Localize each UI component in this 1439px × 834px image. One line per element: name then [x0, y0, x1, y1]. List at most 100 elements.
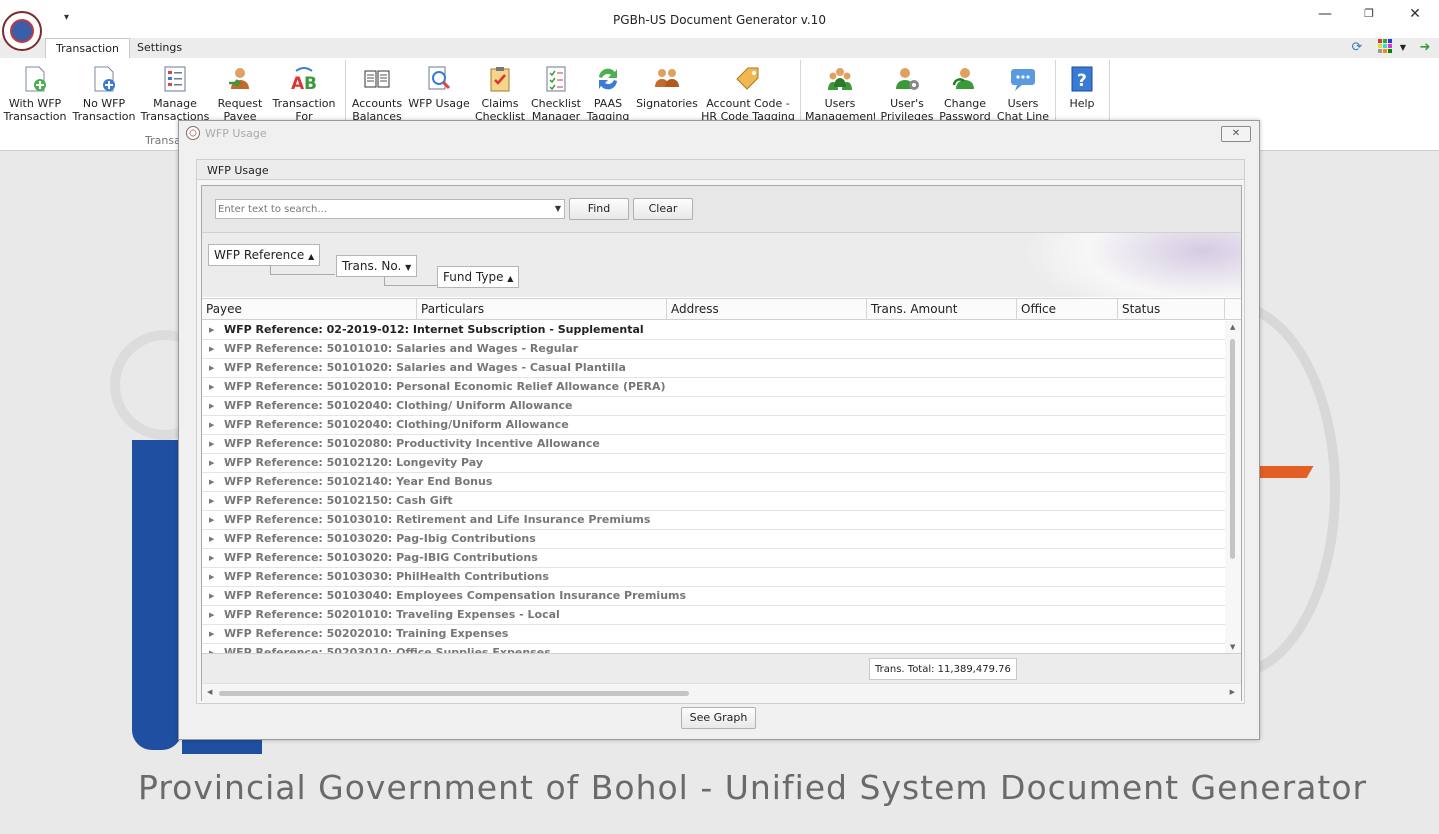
group-row[interactable]: ▶ WFP Reference: 50102010: Personal Econo… — [202, 378, 1225, 397]
help-button[interactable]: ? Help — [1059, 62, 1105, 120]
users-privileges-button[interactable]: User's Privileges — [879, 62, 935, 120]
expand-icon[interactable]: ▶ — [209, 625, 214, 643]
column-address[interactable]: Address — [667, 299, 867, 320]
group-row[interactable]: ▶ WFP Reference: 50101020: Salaries and W… — [202, 359, 1225, 378]
document-add-icon — [21, 65, 49, 93]
expand-icon[interactable]: ▶ — [209, 454, 214, 472]
group-row[interactable]: ▶ WFP Reference: 02-2019-012: Internet Su… — [202, 321, 1225, 340]
maximize-button[interactable]: ❐ — [1346, 4, 1392, 24]
group-by-panel: WFP Reference ▲ Trans. No. ▼ Fund Type ▲ — [202, 233, 1241, 297]
expand-icon[interactable]: ▶ — [209, 587, 214, 605]
refresh-skin-icon[interactable]: ⟳ — [1348, 39, 1366, 57]
group-row[interactable]: ▶ WFP Reference: 50102040: Clothing/Unifo… — [202, 416, 1225, 435]
expand-icon[interactable]: ▶ — [209, 492, 214, 510]
group-row[interactable]: ▶ WFP Reference: 50101010: Salaries and W… — [202, 340, 1225, 359]
group-row[interactable]: ▶ WFP Reference: 50102040: Clothing/ Unif… — [202, 397, 1225, 416]
account-code-hr-code-tagging-label: Account Code - HR Code Tagging — [701, 97, 795, 120]
column-particulars[interactable]: Particulars — [417, 299, 667, 320]
group-row[interactable]: ▶ WFP Reference: 50103030: PhilHealth Con… — [202, 568, 1225, 587]
group-row[interactable]: ▶ WFP Reference: 50102140: Year End Bonus — [202, 473, 1225, 492]
users-chat-line-button[interactable]: Users Chat Line — [995, 62, 1051, 120]
expand-icon[interactable]: ▶ — [209, 473, 214, 491]
transaction-for-approval-button[interactable]: AB Transaction For Approval — [270, 62, 338, 120]
group-row-label: WFP Reference: 02-2019-012: Internet Sub… — [224, 323, 644, 336]
group-by-fund-type[interactable]: Fund Type ▲ — [437, 266, 520, 288]
group-by-trans-no[interactable]: Trans. No. ▼ — [336, 255, 418, 277]
expand-icon[interactable]: ▶ — [209, 606, 214, 624]
paas-tagging-button[interactable]: PAAS Tagging — [585, 62, 631, 120]
checklist-manager-button[interactable]: Checklist Manager — [529, 62, 583, 120]
search-dropdown-icon[interactable]: ▼ — [555, 204, 561, 213]
tab-transaction[interactable]: Transaction — [45, 38, 130, 60]
with-wfp-transaction-button[interactable]: With WFP Transaction — [2, 62, 68, 120]
wfp-usage-button[interactable]: WFP Usage — [407, 62, 471, 120]
horizontal-scrollbar[interactable]: ◀ ▶ — [202, 683, 1241, 701]
scroll-down-icon[interactable]: ▼ — [1230, 643, 1235, 651]
find-button[interactable]: Find — [569, 198, 629, 220]
change-password-button[interactable]: Change Password — [937, 62, 993, 120]
group-row[interactable]: ▶ WFP Reference: 50103010: Retirement and… — [202, 511, 1225, 530]
vertical-scroll-thumb[interactable] — [1230, 339, 1235, 559]
expand-icon[interactable]: ▶ — [209, 397, 214, 415]
scroll-up-icon[interactable]: ▲ — [1230, 323, 1235, 331]
group-row-label: WFP Reference: 50102140: Year End Bonus — [224, 475, 493, 488]
expand-icon[interactable]: ▶ — [209, 378, 214, 396]
expand-icon[interactable]: ▶ — [209, 568, 214, 586]
svg-text:A: A — [291, 74, 305, 93]
signatories-button[interactable]: Signatories — [635, 62, 699, 120]
account-code-hr-code-tagging-button[interactable]: Account Code - HR Code Tagging — [701, 62, 795, 120]
group-row[interactable]: ▶ WFP Reference: 50103020: Pag-Ibig Contr… — [202, 530, 1225, 549]
group-row[interactable]: ▶ WFP Reference: 50102150: Cash Gift — [202, 492, 1225, 511]
column-payee[interactable]: Payee — [202, 299, 417, 320]
vertical-scrollbar[interactable]: ▲ ▼ — [1225, 321, 1241, 653]
group-by-wfp-reference[interactable]: WFP Reference ▲ — [208, 244, 321, 266]
group-row[interactable]: ▶ WFP Reference: 50202010: Training Expen… — [202, 625, 1225, 644]
claims-checklist-button[interactable]: Claims Checklist — [473, 62, 527, 120]
scroll-left-icon[interactable]: ◀ — [207, 688, 212, 696]
expand-icon[interactable]: ▶ — [209, 530, 214, 548]
group-row[interactable]: ▶ WFP Reference: 50201010: Traveling Expe… — [202, 606, 1225, 625]
scroll-right-icon[interactable]: ▶ — [1230, 688, 1235, 696]
column-status[interactable]: Status — [1118, 299, 1225, 320]
expand-icon[interactable]: ▶ — [209, 549, 214, 567]
background-letter-b — [132, 440, 182, 750]
group-row[interactable]: ▶ WFP Reference: 50203010: Office Supplie… — [202, 644, 1225, 653]
group-row[interactable]: ▶ WFP Reference: 50102120: Longevity Pay — [202, 454, 1225, 473]
column-trans-amount[interactable]: Trans. Amount — [867, 299, 1017, 320]
search-box[interactable]: ▼ — [215, 199, 565, 219]
group-row[interactable]: ▶ WFP Reference: 50103040: Employees Comp… — [202, 587, 1225, 606]
search-input[interactable] — [218, 201, 538, 217]
expand-icon[interactable]: ▶ — [209, 511, 214, 529]
request-payee-button[interactable]: Request Payee — [212, 62, 268, 120]
group-row-label: WFP Reference: 50103020: Pag-IBIG Contri… — [224, 551, 538, 564]
background-flame — [1251, 466, 1314, 478]
group-row[interactable]: ▶ WFP Reference: 50102080: Productivity I… — [202, 435, 1225, 454]
expand-icon[interactable]: ▶ — [209, 644, 214, 653]
skin-palette-icon[interactable] — [1376, 39, 1394, 57]
expand-icon[interactable]: ▶ — [209, 340, 214, 358]
accounts-balances-button[interactable]: Accounts Balances — [349, 62, 405, 120]
checklist-manager-label: Checklist Manager — [531, 97, 581, 120]
manage-transactions-button[interactable]: Manage Transactions — [140, 62, 210, 120]
horizontal-scroll-thumb[interactable] — [219, 691, 689, 696]
close-window-button[interactable]: ✕ — [1392, 4, 1438, 24]
minimize-button[interactable]: — — [1302, 4, 1348, 24]
app-logo-icon[interactable] — [2, 11, 42, 51]
see-graph-button[interactable]: See Graph — [681, 707, 756, 729]
dialog-close-button[interactable]: ✕ — [1221, 126, 1251, 142]
column-office[interactable]: Office — [1017, 299, 1118, 320]
skin-dropdown-icon[interactable]: ▼ — [1394, 39, 1412, 57]
expand-icon[interactable]: ▶ — [209, 359, 214, 377]
users-management-button[interactable]: Users Management — [805, 62, 875, 120]
group-row-label: WFP Reference: 50101020: Salaries and Wa… — [224, 361, 626, 374]
clear-button[interactable]: Clear — [633, 198, 693, 220]
group-row[interactable]: ▶ WFP Reference: 50103020: Pag-IBIG Contr… — [202, 549, 1225, 568]
clipboard-icon — [486, 65, 514, 93]
expand-icon[interactable]: ▶ — [209, 435, 214, 453]
expand-icon[interactable]: ▶ — [209, 416, 214, 434]
logout-icon[interactable]: ➜ — [1416, 39, 1434, 57]
group-row-label: WFP Reference: 50202010: Training Expens… — [224, 627, 509, 640]
expand-icon[interactable]: ▶ — [209, 321, 214, 339]
tab-settings[interactable]: Settings — [127, 38, 192, 58]
no-wfp-transaction-button[interactable]: No WFP Transaction — [70, 62, 138, 120]
